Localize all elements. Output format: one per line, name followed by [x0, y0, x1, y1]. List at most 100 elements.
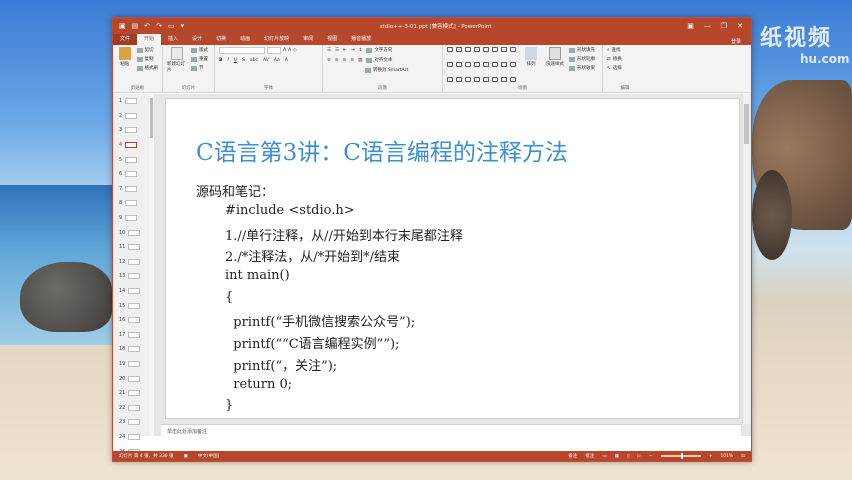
tab-slideshow[interactable]: 幻灯片放映: [257, 34, 296, 45]
thumbnail-scrollbar[interactable]: [149, 94, 154, 436]
arrange-button[interactable]: 排列: [521, 47, 541, 90]
bullets-icon[interactable]: ☰: [327, 48, 331, 53]
decrease-indent-icon[interactable]: ⇤: [343, 48, 347, 53]
section-button[interactable]: 节: [191, 65, 208, 71]
normal-view-icon[interactable]: ▭: [602, 454, 606, 459]
layout-button[interactable]: 版式: [191, 47, 208, 53]
slide-thumbnail[interactable]: 3: [113, 123, 150, 138]
cut-button[interactable]: 剪切: [136, 47, 159, 53]
tab-animations[interactable]: 动画: [233, 34, 257, 45]
slide-thumbnail[interactable]: 11: [113, 240, 150, 255]
tab-review[interactable]: 审阅: [296, 34, 320, 45]
zoom-slider[interactable]: [660, 453, 701, 459]
slide-thumbnail[interactable]: 8: [113, 196, 150, 211]
new-slide-button[interactable]: 新建幻灯片: [167, 47, 187, 90]
fit-slide-icon[interactable]: ⊡: [741, 454, 745, 459]
slide-thumbnail[interactable]: 23: [113, 415, 150, 430]
line-spacing-icon[interactable]: ↕: [359, 48, 363, 53]
slide-subtitle[interactable]: 源码和笔记：: [196, 181, 274, 200]
shrink-font-icon[interactable]: A: [288, 48, 291, 53]
align-center-icon[interactable]: ≡: [335, 58, 339, 63]
slide-thumbnail[interactable]: 17: [113, 328, 150, 343]
numbering-icon[interactable]: ☰: [335, 48, 339, 53]
tab-insert[interactable]: 插入: [161, 34, 185, 45]
select-button[interactable]: ↖ 选择: [607, 65, 622, 72]
align-right-icon[interactable]: ≡: [343, 58, 347, 63]
slide-scrollbar[interactable]: [742, 94, 750, 424]
slide-canvas[interactable]: C语言第3讲：C语言编程的注释方法 源码和笔记： #include <stdio…: [165, 98, 740, 419]
slide-thumbnail[interactable]: 5: [113, 152, 150, 167]
slide-thumbnail[interactable]: 6: [113, 167, 150, 182]
find-button[interactable]: ⌕ 查找: [607, 47, 622, 53]
tab-home[interactable]: 开始: [137, 34, 162, 45]
slide-thumbnail[interactable]: 7: [113, 182, 150, 197]
paste-button[interactable]: 粘贴: [117, 47, 133, 90]
increase-indent-icon[interactable]: ⇥: [351, 48, 355, 53]
language-indicator[interactable]: 中文(中国): [198, 453, 220, 459]
font-name-field[interactable]: [219, 47, 265, 54]
code-block[interactable]: #include <stdio.h> 1.//单行注释，从//开始到本行末尾都注释…: [225, 203, 463, 420]
font-color-icon[interactable]: A: [285, 58, 288, 63]
ribbon-options-icon[interactable]: ▣: [687, 22, 694, 30]
copy-button[interactable]: 复制: [136, 56, 159, 62]
slide-thumbnail[interactable]: 12: [113, 255, 150, 270]
slide-scroll-knob[interactable]: [744, 104, 749, 144]
slide-sorter-icon[interactable]: ▦: [615, 454, 619, 459]
notes-pane[interactable]: 单击此处添加备注: [161, 424, 741, 436]
close-icon[interactable]: ✕: [737, 22, 743, 30]
slide-thumbnail[interactable]: 21: [113, 386, 150, 401]
slide-thumbnail[interactable]: 9: [113, 211, 150, 226]
slide-thumbnail[interactable]: 22: [113, 400, 150, 415]
reading-view-icon[interactable]: ▯: [627, 454, 629, 459]
save-icon[interactable]: ▤: [132, 22, 139, 30]
spacing-icon[interactable]: AV: [263, 58, 269, 63]
slide-thumbnail[interactable]: 15: [113, 298, 150, 313]
slide-thumbnail[interactable]: 2: [113, 109, 150, 124]
font-size-field[interactable]: [267, 47, 281, 54]
slide-thumbnail[interactable]: 20: [113, 371, 150, 386]
slide-thumbnail[interactable]: 16: [113, 313, 150, 328]
slide-thumbnail[interactable]: 13: [113, 269, 150, 284]
slide-thumbnail[interactable]: 10: [113, 225, 150, 240]
slide-thumbnail[interactable]: 18: [113, 342, 150, 357]
minimize-icon[interactable]: —: [704, 22, 711, 30]
zoom-out-icon[interactable]: −: [649, 454, 653, 459]
italic-icon[interactable]: I: [227, 58, 228, 63]
spell-check-icon[interactable]: ▣: [184, 454, 188, 459]
slideshow-view-icon[interactable]: ▷: [637, 454, 640, 459]
thumbnail-scroll-knob[interactable]: [150, 98, 153, 138]
slide-thumbnail[interactable]: 19: [113, 357, 150, 372]
smartart-button[interactable]: 转换为 SmartArt: [327, 67, 438, 73]
start-slideshow-icon[interactable]: ▭: [168, 22, 175, 30]
tab-view[interactable]: 视图: [320, 34, 344, 45]
clear-format-icon[interactable]: ◇: [293, 48, 296, 53]
undo-icon[interactable]: ↶: [144, 22, 150, 30]
zoom-in-icon[interactable]: +: [709, 454, 713, 459]
shape-effects-button[interactable]: 形状效果: [569, 65, 595, 71]
tab-design[interactable]: 设计: [185, 34, 209, 45]
slide-title[interactable]: C语言第3讲：C语言编程的注释方法: [196, 133, 568, 167]
format-painter-button[interactable]: 格式刷: [136, 65, 158, 71]
tab-recording[interactable]: 播音播放: [344, 34, 378, 45]
underline-icon[interactable]: U: [234, 58, 237, 63]
justify-icon[interactable]: ≡: [350, 58, 354, 63]
tab-transitions[interactable]: 切换: [209, 34, 233, 45]
grow-font-icon[interactable]: A: [283, 48, 286, 53]
replace-button[interactable]: ⇄ 替换: [607, 56, 622, 63]
restore-icon[interactable]: ❐: [721, 22, 727, 30]
redo-icon[interactable]: ↷: [156, 22, 162, 30]
slide-thumbnail[interactable]: 4: [113, 138, 150, 153]
zoom-level[interactable]: 101%: [720, 454, 733, 459]
slide-thumbnail[interactable]: 24: [113, 430, 150, 445]
align-text-button[interactable]: 对齐文本: [366, 57, 392, 63]
comments-toggle-button[interactable]: 批注: [585, 453, 594, 459]
notes-toggle-button[interactable]: 备注: [568, 453, 577, 459]
bold-icon[interactable]: B: [219, 58, 222, 63]
shape-fill-button[interactable]: 形状填充: [569, 47, 595, 53]
slide-thumbnail[interactable]: 1: [113, 94, 150, 109]
tab-file[interactable]: 文件: [113, 34, 138, 45]
columns-icon[interactable]: ▥: [358, 58, 362, 63]
align-left-icon[interactable]: ≡: [327, 58, 331, 63]
login-link[interactable]: 登录: [731, 38, 751, 45]
shapes-gallery[interactable]: [447, 47, 517, 90]
